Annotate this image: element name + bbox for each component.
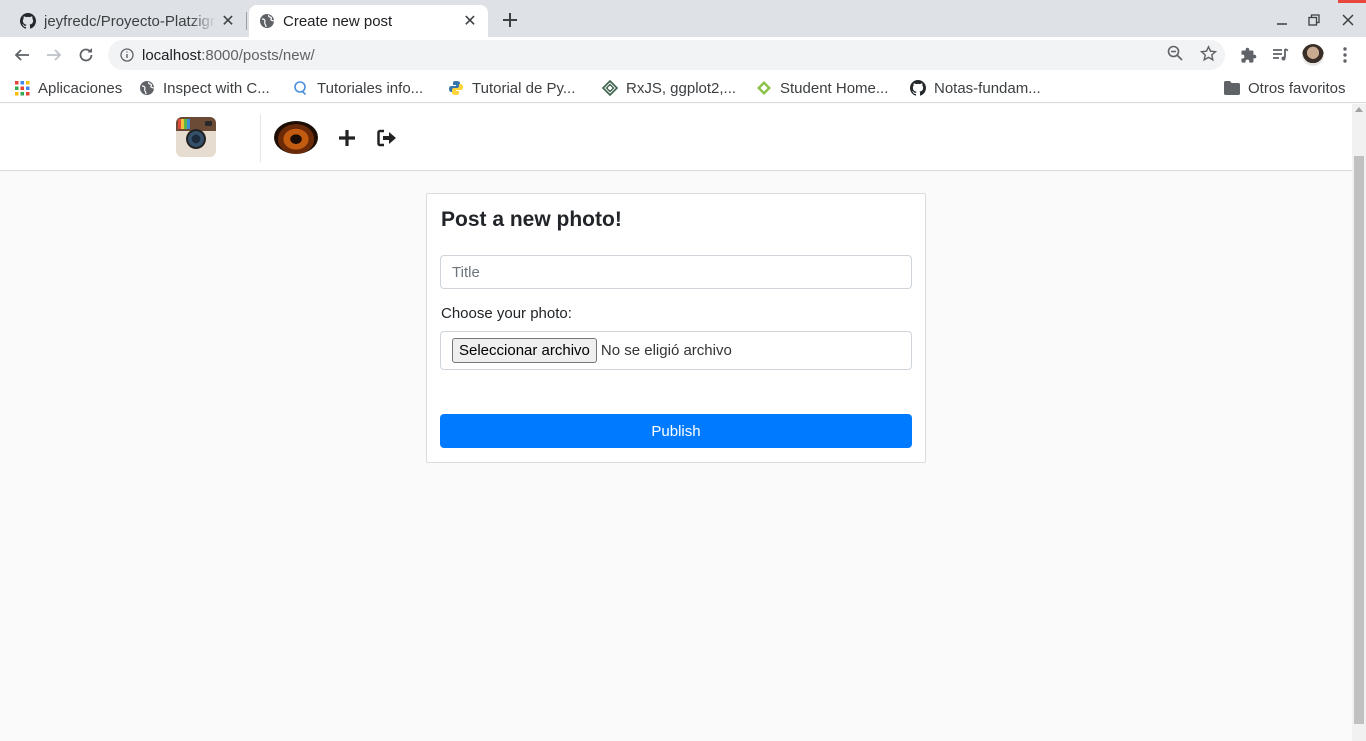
tab-title: jeyfredc/Proyecto-Platzigram [44, 12, 216, 30]
back-button[interactable] [9, 42, 35, 68]
app-navbar [0, 104, 1352, 171]
publish-button[interactable]: Publish [440, 414, 912, 448]
logout-button[interactable] [376, 127, 398, 149]
media-control-icon[interactable] [1268, 43, 1292, 67]
url-text[interactable]: localhost:8000/posts/new/ [142, 47, 315, 64]
reload-button[interactable] [73, 42, 99, 68]
profile-avatar[interactable] [1301, 43, 1325, 67]
tab-title: Create new post [283, 12, 393, 30]
folder-icon [1224, 80, 1240, 96]
github-icon [20, 13, 36, 29]
close-window-button[interactable] [1336, 8, 1360, 32]
python-icon [448, 80, 464, 96]
url-host: localhost [142, 46, 202, 64]
photo-label: Choose your photo: [441, 305, 572, 322]
bookmark-label: RxJS, ggplot2,... [626, 79, 737, 97]
close-icon [1342, 14, 1354, 26]
restore-icon [1308, 14, 1320, 26]
arrow-right-icon [47, 49, 62, 61]
title-input[interactable] [440, 255, 912, 289]
zoom-icon[interactable] [1166, 44, 1184, 62]
info-icon[interactable] [118, 46, 136, 64]
minimize-button[interactable] [1270, 8, 1294, 32]
scroll-up-icon[interactable] [1355, 107, 1363, 112]
devdocs-icon [602, 80, 618, 96]
plus-icon [503, 13, 517, 27]
forward-button[interactable] [41, 42, 67, 68]
url-path: :8000/posts/new/ [201, 46, 315, 64]
instagram-logo-icon[interactable] [176, 117, 216, 157]
page-viewport: Post a new photo! Choose your photo: Sel… [0, 104, 1352, 741]
page-scrollbar[interactable] [1352, 104, 1366, 741]
profile-avatar[interactable] [274, 121, 318, 154]
bookmark-label: Student Home... [780, 79, 889, 97]
star-icon[interactable] [1199, 44, 1217, 62]
diamond-icon [756, 80, 772, 96]
file-input-container[interactable]: Seleccionar archivo No se eligió archivo [440, 331, 912, 370]
file-select-button[interactable]: Seleccionar archivo [452, 338, 597, 363]
bookmark-label: Notas-fundam... [934, 79, 1041, 97]
sign-out-icon [377, 129, 396, 147]
tab-separator [246, 12, 247, 30]
new-tab-button[interactable] [498, 8, 522, 32]
kebab-menu-icon [1343, 47, 1347, 63]
globe-icon [259, 13, 275, 29]
page-title: Post a new photo! [441, 208, 622, 231]
tab-github-repo[interactable]: jeyfredc/Proyecto-Platzigram ✕ [10, 5, 246, 37]
bookmark-label: Tutoriales info... [317, 79, 424, 97]
bookmark-other-folder[interactable]: Otros favoritos [1224, 77, 1346, 99]
minimize-icon [1277, 23, 1287, 25]
close-icon[interactable]: ✕ [462, 13, 478, 30]
search-bubble-icon [293, 80, 309, 96]
bookmark-python[interactable]: Tutorial de Py... [448, 77, 575, 99]
bookmark-notas[interactable]: Notas-fundam... [910, 77, 1041, 99]
extensions-icon[interactable] [1236, 43, 1260, 67]
window-accent [1338, 0, 1366, 3]
globe-icon [139, 80, 155, 96]
scrollbar-thumb[interactable] [1354, 156, 1364, 724]
address-bar[interactable]: localhost:8000/posts/new/ [108, 40, 1225, 70]
avatar [1302, 44, 1324, 66]
plus-icon [339, 130, 355, 146]
browser-toolbar: localhost:8000/posts/new/ [0, 37, 1366, 73]
reload-icon [79, 48, 93, 62]
restore-button[interactable] [1302, 8, 1326, 32]
bookmark-student-home[interactable]: Student Home... [756, 77, 888, 99]
bookmark-apps[interactable]: Aplicaciones [14, 77, 122, 99]
menu-button[interactable] [1333, 43, 1357, 67]
apps-grid-icon [14, 80, 30, 96]
bookmark-label: Inspect with C... [163, 79, 270, 97]
github-icon [910, 80, 926, 96]
tab-create-new-post[interactable]: Create new post ✕ [249, 5, 488, 37]
bookmark-label: Otros favoritos [1248, 79, 1346, 97]
bookmark-label: Aplicaciones [38, 79, 123, 97]
file-status: No se eligió archivo [600, 342, 732, 359]
bookmark-label: Tutorial de Py... [472, 79, 576, 97]
new-post-button[interactable] [336, 127, 358, 149]
arrow-left-icon [14, 49, 29, 61]
new-post-card: Post a new photo! Choose your photo: Sel… [426, 193, 926, 463]
bookmark-rxjs[interactable]: RxJS, ggplot2,... [602, 77, 736, 99]
tab-strip: jeyfredc/Proyecto-Platzigram ✕ Create ne… [0, 0, 1366, 37]
bookmark-tutoriales[interactable]: Tutoriales info... [293, 77, 423, 99]
bookmark-inspect[interactable]: Inspect with C... [139, 77, 270, 99]
bookmarks-bar: Aplicaciones Inspect with C... Tutoriale… [0, 73, 1366, 103]
nav-divider [260, 114, 261, 162]
close-icon[interactable]: ✕ [220, 13, 236, 30]
